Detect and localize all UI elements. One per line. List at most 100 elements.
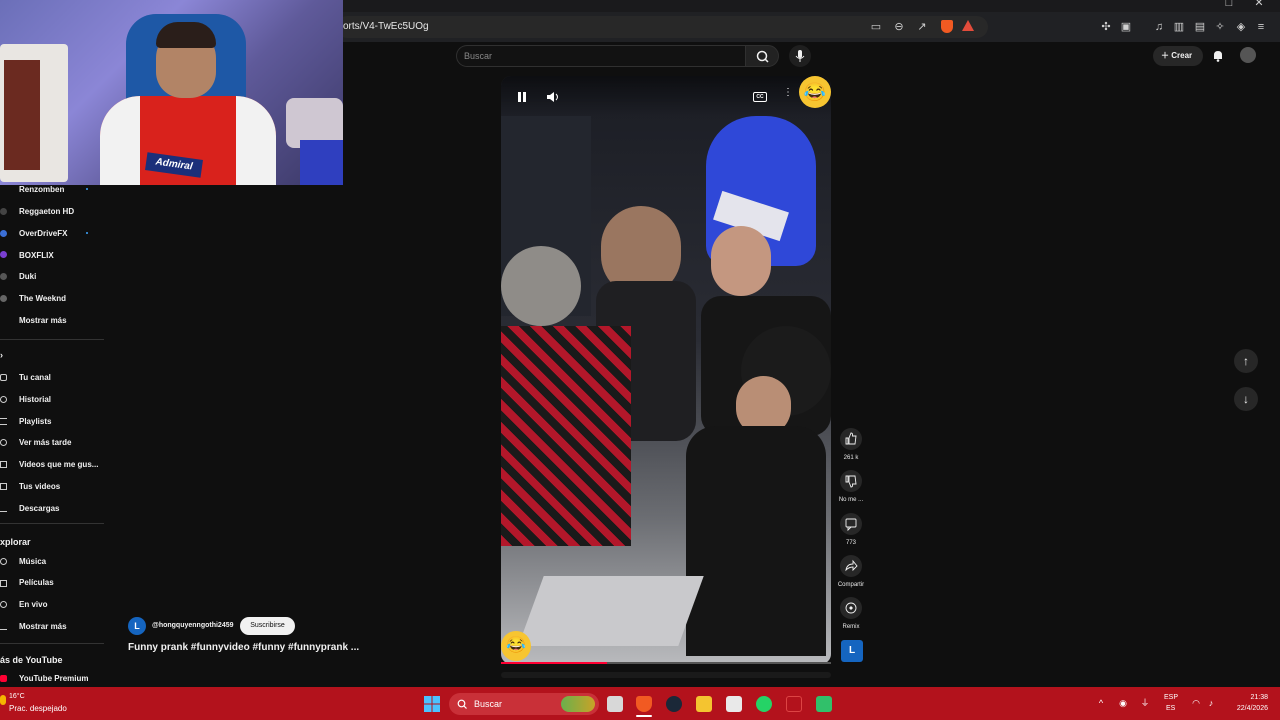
weather-description[interactable]: Prac. despejado — [9, 704, 67, 713]
playlists-icon — [0, 418, 7, 425]
microsoft-store-icon[interactable] — [726, 696, 742, 712]
sidebar-item-liked-videos[interactable]: Videos que me gus... — [19, 460, 98, 469]
sidebar-item-duki[interactable]: Duki — [19, 272, 36, 281]
sidebar-item-youtube-premium[interactable]: YouTube Premium — [19, 674, 89, 683]
file-explorer-icon[interactable] — [696, 696, 712, 712]
liked-videos-icon — [0, 461, 7, 468]
close-window-icon[interactable]: ✕ — [1252, 0, 1266, 10]
share-button[interactable] — [840, 555, 862, 577]
sidebar-show-more-explore[interactable]: Mostrar más — [19, 622, 67, 631]
tab-icon[interactable]: ▣ — [1119, 20, 1133, 34]
clock-time[interactable]: 21:38 — [1232, 694, 1268, 701]
language-indicator[interactable]: ESP — [1164, 694, 1178, 701]
sidebar-icon[interactable]: ▥ — [1172, 20, 1186, 34]
maximize-icon[interactable]: □ — [1222, 0, 1236, 10]
sidebar-item-your-videos[interactable]: Tus videos — [19, 482, 60, 491]
you-section-chevron-icon[interactable]: › — [0, 350, 3, 360]
wallet-icon[interactable]: ▤ — [1193, 20, 1207, 34]
volume-icon[interactable]: ♪ — [1206, 698, 1216, 708]
brave-shield-icon[interactable] — [941, 20, 953, 33]
brave-rewards-icon[interactable] — [962, 20, 974, 31]
laughing-emoji-icon: 😂 — [799, 76, 831, 108]
channel-name[interactable]: @hongquyenngothi2459 — [152, 622, 234, 629]
like-count: 261 k — [843, 455, 859, 461]
task-view-icon[interactable] — [607, 696, 623, 712]
windows-start-icon[interactable] — [424, 696, 440, 712]
previous-short-button[interactable]: ↑ — [1234, 349, 1258, 373]
remix-button[interactable] — [840, 597, 862, 619]
webcam-overlay: Admiral — [0, 0, 343, 185]
sidebar-item-reggaeton-hd[interactable]: Reggaeton HD — [19, 207, 74, 216]
active-app-indicator — [636, 715, 652, 717]
short-title[interactable]: Funny prank #funnyvideo #funny #funnypra… — [128, 642, 359, 653]
video-elevator-panel — [518, 576, 704, 646]
clock-date[interactable]: 22/4/2026 — [1222, 705, 1268, 712]
cast-icon[interactable]: ▭ — [869, 20, 883, 34]
steam-icon[interactable] — [666, 696, 682, 712]
keyboard-layout-indicator[interactable]: ES — [1166, 705, 1175, 712]
voice-search-button[interactable] — [789, 45, 811, 67]
sidebar-item-history[interactable]: Historial — [19, 395, 51, 404]
leo-icon[interactable]: ✧ — [1213, 20, 1227, 34]
next-short-peek — [501, 672, 831, 678]
sidebar-item-downloads[interactable]: Descargas — [19, 504, 59, 513]
share-label: Compartir — [837, 582, 865, 588]
create-button[interactable]: ＋ Crear — [1153, 46, 1203, 66]
search-highlight-icon — [561, 696, 595, 712]
video-man-hair — [501, 246, 581, 326]
taskbar-search-box[interactable] — [449, 693, 599, 715]
sidebar-item-live[interactable]: En vivo — [19, 600, 47, 609]
search-icon — [457, 699, 467, 709]
channel-thumbnail[interactable]: L — [841, 640, 863, 662]
app-icon[interactable] — [786, 696, 802, 712]
youtube-premium-icon — [0, 675, 7, 682]
channel-avatar[interactable]: L — [128, 617, 146, 635]
sidebar-item-playlists[interactable]: Playlists — [19, 417, 51, 426]
notifications-bell-icon[interactable] — [1211, 49, 1225, 63]
sidebar-item-watch-later[interactable]: Ver más tarde — [19, 438, 71, 447]
search-input[interactable] — [456, 45, 746, 67]
sidebar-item-movies[interactable]: Películas — [19, 578, 54, 587]
sidebar-item-your-channel[interactable]: Tu canal — [19, 373, 51, 382]
sidebar-divider — [0, 643, 104, 644]
weather-temperature[interactable]: 16°C — [9, 693, 25, 700]
sidebar-item-renzomben[interactable]: Renzomben — [19, 185, 64, 194]
share-arrow-icon — [845, 559, 858, 572]
microphone-icon[interactable]: ⏚ — [1140, 698, 1150, 708]
sidebar-item-boxflix[interactable]: BOXFLIX — [19, 251, 54, 260]
dislike-button[interactable] — [840, 470, 862, 492]
plus-icon: ＋ — [1161, 51, 1172, 60]
extensions-icon[interactable]: ✣ — [1099, 20, 1113, 34]
vpn-icon[interactable]: ◈ — [1234, 20, 1248, 34]
short-video-player[interactable]: CC ⋮ 😂 😂 — [501, 76, 831, 664]
share-icon[interactable]: ↗ — [915, 20, 929, 34]
account-avatar[interactable] — [1240, 47, 1256, 63]
comments-button[interactable] — [840, 513, 862, 535]
weather-icon[interactable] — [0, 695, 6, 705]
volume-icon[interactable] — [545, 90, 561, 104]
wifi-icon[interactable]: ◠ — [1191, 698, 1201, 708]
subscribe-button[interactable]: Suscribirse — [240, 617, 295, 635]
chevron-up-icon[interactable]: ^ — [1096, 698, 1106, 708]
sidebar-item-overdrivefx[interactable]: OverDriveFX — [19, 229, 67, 238]
zoom-icon[interactable]: ⊖ — [892, 20, 906, 34]
address-bar[interactable] — [336, 16, 988, 38]
brave-browser-icon[interactable] — [636, 696, 652, 712]
whatsapp-icon[interactable] — [756, 696, 772, 712]
next-short-button[interactable]: ↓ — [1234, 387, 1258, 411]
sidebar-show-more[interactable]: Mostrar más — [19, 316, 67, 325]
progress-fill — [501, 662, 607, 664]
menu-icon[interactable]: ≡ — [1254, 20, 1268, 34]
sidebar-item-music[interactable]: Música — [19, 557, 46, 566]
more-options-icon[interactable]: ⋮ — [783, 88, 793, 104]
obs-app-icon[interactable] — [816, 696, 832, 712]
search-button[interactable] — [745, 45, 779, 67]
captions-icon[interactable]: CC — [753, 92, 767, 102]
like-button[interactable] — [840, 428, 862, 450]
mic-icon — [795, 50, 805, 62]
pause-icon[interactable] — [515, 90, 529, 104]
webcam-blue-object — [300, 140, 343, 185]
app-tray-icon[interactable]: ◉ — [1118, 698, 1128, 708]
sidebar-item-the-weeknd[interactable]: The Weeknd — [19, 294, 66, 303]
media-icon[interactable]: ♫ — [1152, 20, 1166, 34]
